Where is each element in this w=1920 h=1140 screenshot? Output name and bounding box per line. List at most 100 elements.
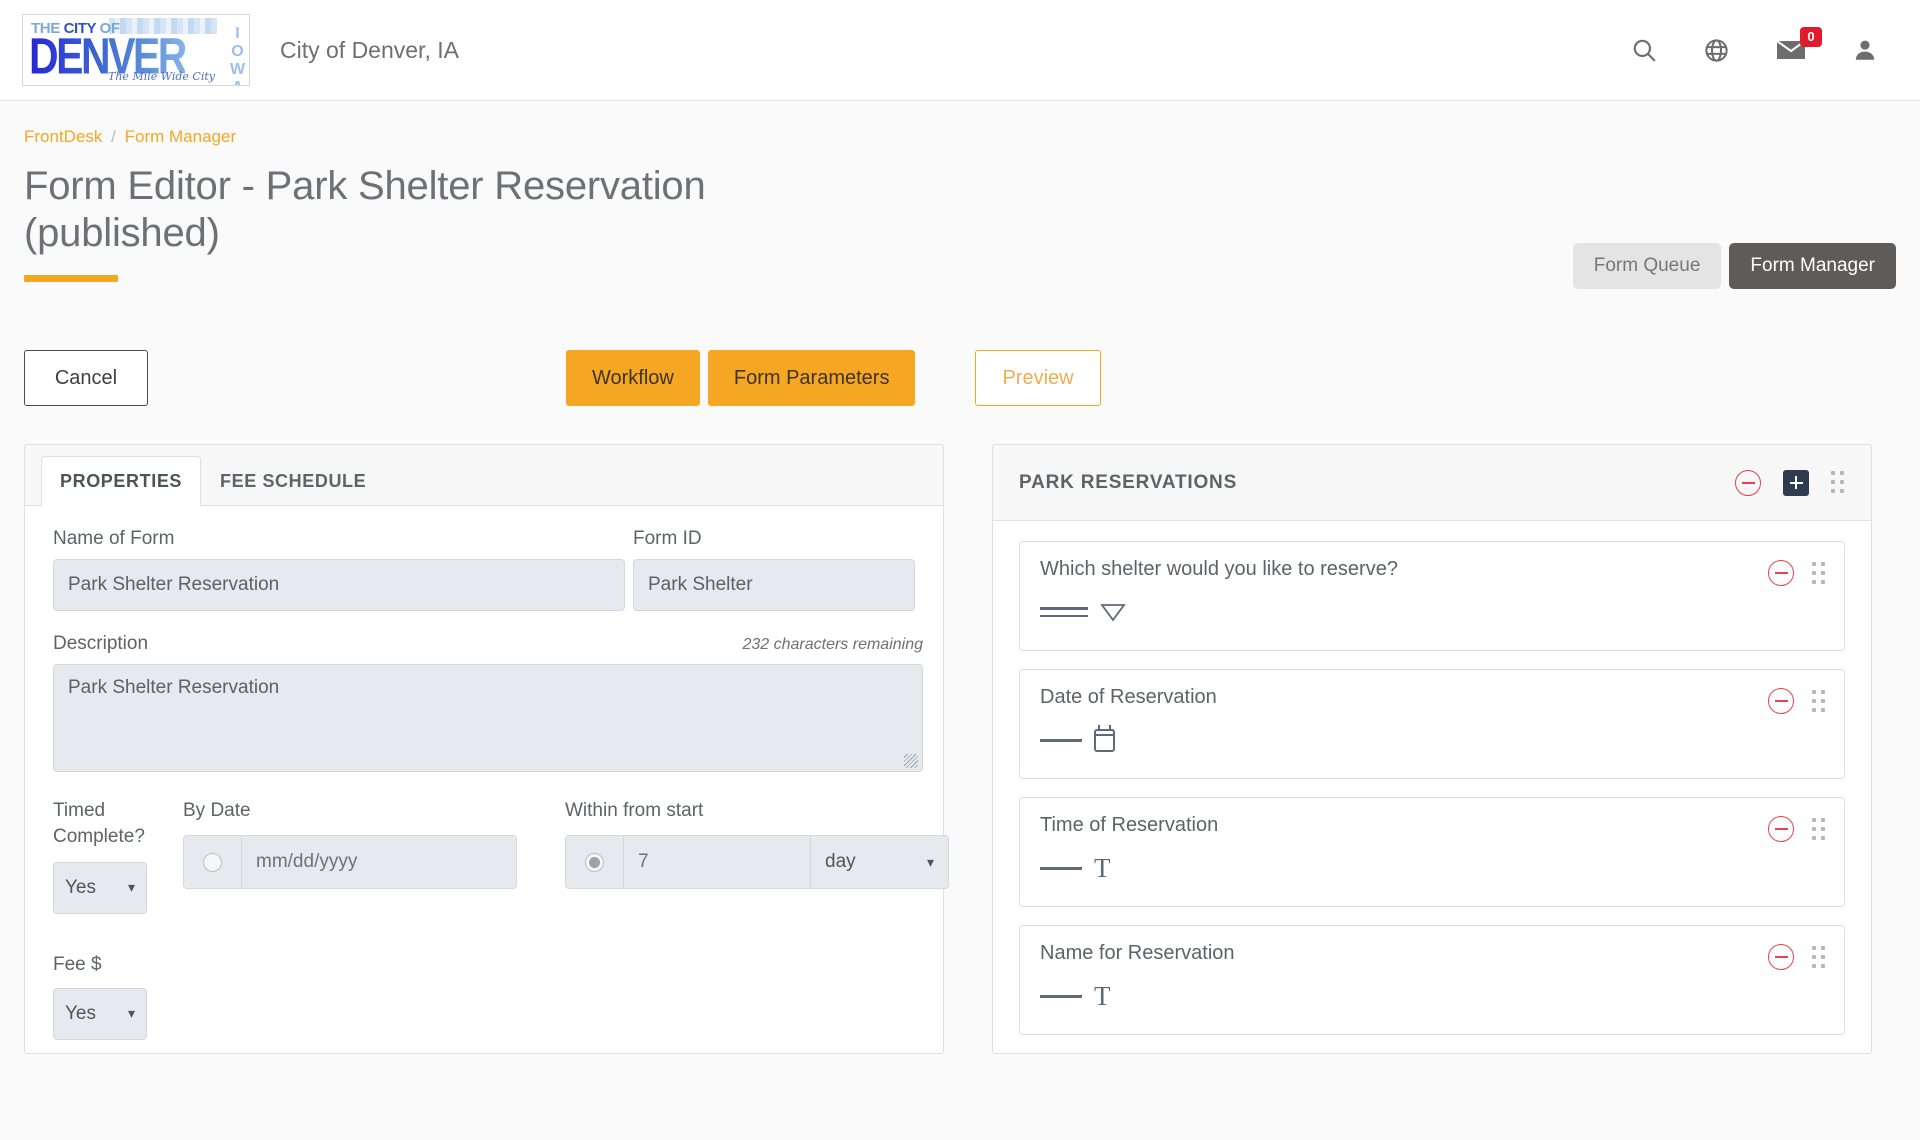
form-fields-panel: PARK RESERVATIONS Which shelter would yo… [992,444,1872,1055]
description-label-row: Description 232 characters remaining [53,633,923,664]
description-textarea[interactable]: Park Shelter Reservation [53,664,923,773]
user-icon[interactable] [1852,37,1878,63]
text-field-icon: T [1094,852,1111,883]
within-amount-input[interactable]: 7 [624,836,810,889]
editor-panels: PROPERTIES FEE SCHEDULE Name of Form Par… [24,444,1896,1055]
timing-row: Timed Complete? Yes ▾ By Date mm/dd/yyyy… [53,798,949,914]
action-button-row: Cancel Workflow Form Parameters Preview [24,350,1896,410]
breadcrumb: FrontDesk / Form Manager [24,127,1896,147]
view-toggle-group: Form Queue Form Manager [1572,243,1896,289]
chevron-down-icon: ▾ [926,853,934,870]
drag-handle-icon[interactable] [1831,471,1845,494]
resize-handle-icon[interactable] [904,754,918,769]
by-date-radio-cell[interactable] [184,836,242,889]
text-field-icon: T [1094,980,1111,1011]
name-id-row: Name of Form Park Shelter Reservation Fo… [53,528,915,612]
brand-title: City of Denver, IA [280,36,459,63]
form-queue-button[interactable]: Form Queue [1572,243,1722,289]
drag-handle-icon[interactable] [1812,561,1826,585]
drag-handle-icon[interactable] [1812,689,1826,713]
field-card-list: Which shelter would you like to reserve? [993,521,1871,1036]
breadcrumb-item-form-manager[interactable]: Form Manager [125,127,236,146]
input-underline-icon [1040,994,1082,998]
page-content: FrontDesk / Form Manager Form Editor - P… [0,101,1920,1055]
within-from-start-control: 7 day ▾ [565,835,949,890]
field-card[interactable]: Time of Reservation T [1019,797,1845,908]
field-widget-dropdown [1040,597,1824,627]
list-lines-icon [1040,607,1088,618]
name-of-form-label: Name of Form [53,528,175,550]
search-icon[interactable] [1631,37,1657,63]
cancel-button[interactable]: Cancel [24,350,148,407]
globe-icon[interactable] [1703,37,1730,64]
field-label: Name for Reservation [1040,942,1235,965]
mail-icon[interactable]: 0 [1776,27,1822,62]
breadcrumb-separator: / [111,127,116,146]
field-tools [1768,560,1826,587]
by-date-input[interactable]: mm/dd/yyyy [242,836,516,889]
topbar-icon-group: 0 [1631,27,1898,64]
city-logo[interactable]: THE CITY OF DENVER IOWA The Mile Wide Ci… [22,14,250,86]
field-card[interactable]: Which shelter would you like to reserve? [1019,541,1845,652]
field-card[interactable]: Date of Reservation [1019,669,1845,780]
field-tools [1768,688,1826,715]
timed-complete-label: Timed Complete? [53,800,145,848]
drag-handle-icon[interactable] [1812,945,1826,969]
field-widget-date [1040,724,1824,755]
fee-select[interactable]: Yes ▾ [53,987,147,1040]
within-radio[interactable] [585,852,604,872]
form-parameters-button[interactable]: Form Parameters [707,350,916,407]
description-group: Description 232 characters remaining Par… [53,633,923,773]
section-tools [1735,469,1845,496]
input-underline-icon [1040,738,1082,742]
within-radio-cell[interactable] [566,836,624,889]
section-title: PARK RESERVATIONS [1019,471,1238,493]
timed-complete-select[interactable]: Yes ▾ [53,861,147,914]
description-label: Description [53,633,149,655]
field-card[interactable]: Name for Reservation T [1019,925,1845,1036]
field-tools [1768,816,1826,843]
remove-section-icon[interactable] [1735,469,1761,496]
by-date-radio[interactable] [203,852,222,872]
timed-complete-value: Yes [65,876,96,898]
mail-unread-badge: 0 [1800,27,1822,47]
within-unit-select[interactable]: day ▾ [810,836,948,889]
preview-button[interactable]: Preview [975,350,1101,407]
remove-field-icon[interactable] [1768,560,1794,587]
within-from-start-label: Within from start [565,800,704,822]
tab-properties[interactable]: PROPERTIES [41,456,202,507]
within-from-start-group: Within from start 7 day ▾ [565,798,949,890]
name-of-form-input[interactable]: Park Shelter Reservation [53,559,625,612]
form-manager-button[interactable]: Form Manager [1729,243,1896,289]
workflow-button[interactable]: Workflow [566,350,700,407]
timed-complete-group: Timed Complete? Yes ▾ [53,798,147,914]
by-date-label: By Date [183,800,251,822]
form-id-label: Form ID [633,528,702,550]
fee-value: Yes [65,1002,96,1024]
name-of-form-group: Name of Form Park Shelter Reservation [53,528,625,612]
calendar-icon [1094,724,1115,752]
properties-panel: PROPERTIES FEE SCHEDULE Name of Form Par… [24,444,949,1055]
fee-label: Fee $ [53,953,102,975]
remove-field-icon[interactable] [1768,688,1794,715]
field-label: Date of Reservation [1040,686,1217,709]
add-field-icon[interactable] [1783,469,1809,496]
by-date-group: By Date mm/dd/yyyy [183,798,517,890]
form-id-group: Form ID Park Shelter [633,528,915,612]
triangle-down-icon [1100,604,1126,622]
field-label: Which shelter would you like to reserve? [1040,558,1398,581]
page-title: Form Editor - Park Shelter Reservation (… [24,164,706,256]
remove-field-icon[interactable] [1768,816,1794,843]
properties-form: Name of Form Park Shelter Reservation Fo… [25,506,949,1040]
tab-fee-schedule[interactable]: FEE SCHEDULE [201,456,385,506]
remove-field-icon[interactable] [1768,944,1794,971]
title-accent-rule [24,275,118,283]
input-underline-icon [1040,866,1082,870]
drag-handle-icon[interactable] [1812,817,1826,841]
within-unit-value: day [825,851,856,873]
description-textarea-value: Park Shelter Reservation [68,677,280,699]
fee-group: Fee $ Yes ▾ [53,954,915,1040]
by-date-control: mm/dd/yyyy [183,835,517,890]
breadcrumb-item-frontdesk[interactable]: FrontDesk [24,127,102,146]
form-id-input[interactable]: Park Shelter [633,559,915,612]
